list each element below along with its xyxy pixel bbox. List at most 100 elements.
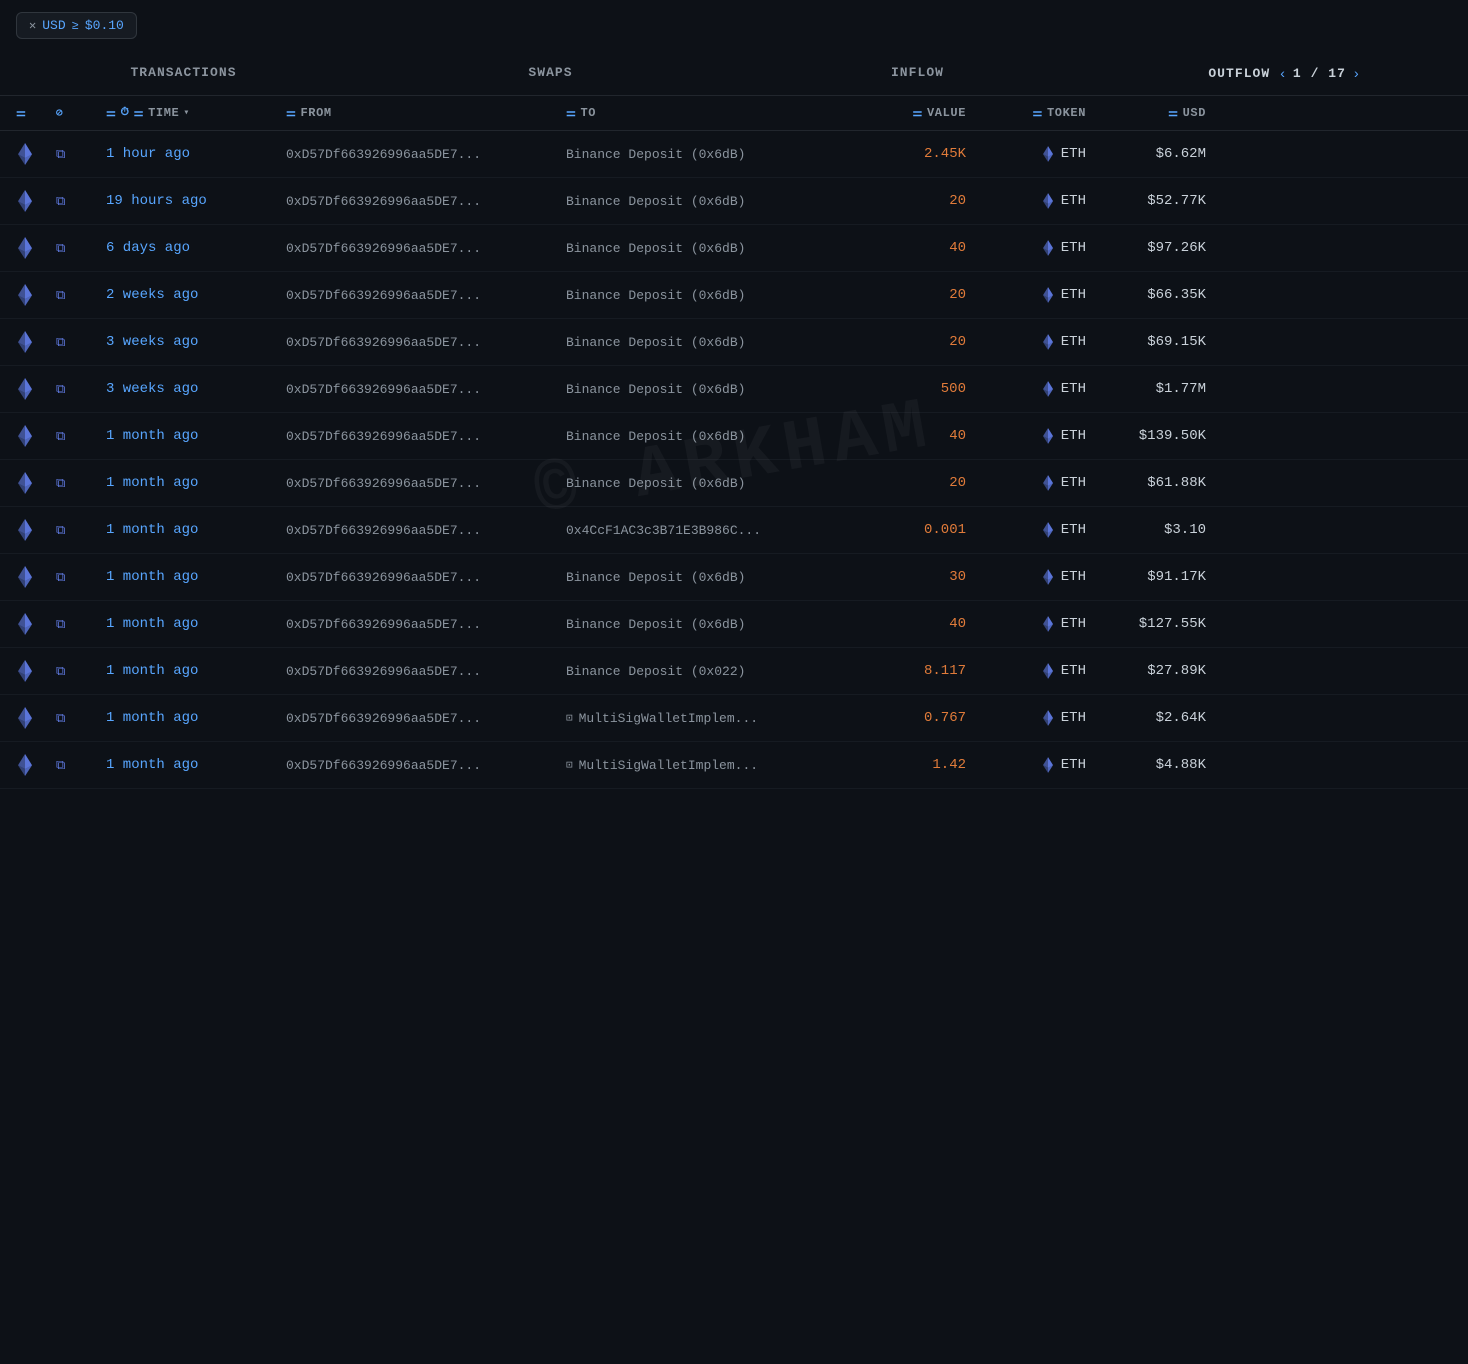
link-cell[interactable]: ⧉ [56,241,106,256]
link-cell[interactable]: ⧉ [56,429,106,444]
to-cell[interactable]: ⊡ MultiSigWalletImplem... [566,711,846,726]
time-link[interactable]: 1 month ago [106,710,198,726]
close-icon[interactable]: ✕ [29,18,36,33]
from-cell[interactable]: 0xD57Df663926996aa5DE7... [286,194,566,209]
tab-swaps[interactable]: SWAPS [367,51,734,95]
from-address-link[interactable]: 0xD57Df663926996aa5DE7... [286,429,481,444]
to-address-link[interactable]: Binance Deposit (0x6dB) [566,570,745,585]
time-cell[interactable]: 1 month ago [106,757,286,773]
table-row[interactable]: ⧉ 1 month ago 0xD57Df663926996aa5DE7... … [0,460,1468,507]
from-address-link[interactable]: 0xD57Df663926996aa5DE7... [286,476,481,491]
from-cell[interactable]: 0xD57Df663926996aa5DE7... [286,476,566,491]
time-cell[interactable]: 1 month ago [106,475,286,491]
from-cell[interactable]: 0xD57Df663926996aa5DE7... [286,523,566,538]
col-to-header[interactable]: ⚌ TO [566,106,846,120]
time-link[interactable]: 1 hour ago [106,146,190,162]
external-link-icon[interactable]: ⧉ [56,758,65,773]
time-link[interactable]: 1 month ago [106,522,198,538]
table-row[interactable]: ⧉ 3 weeks ago 0xD57Df663926996aa5DE7... … [0,319,1468,366]
col-token-header[interactable]: ⚌ TOKEN [966,106,1086,120]
table-row[interactable]: ⧉ 1 month ago 0xD57Df663926996aa5DE7... … [0,413,1468,460]
from-address-link[interactable]: 0xD57Df663926996aa5DE7... [286,758,481,773]
table-row[interactable]: ⧉ 2 weeks ago 0xD57Df663926996aa5DE7... … [0,272,1468,319]
from-cell[interactable]: 0xD57Df663926996aa5DE7... [286,711,566,726]
time-link[interactable]: 1 month ago [106,475,198,491]
from-cell[interactable]: 0xD57Df663926996aa5DE7... [286,147,566,162]
external-link-icon[interactable]: ⧉ [56,429,65,444]
link-cell[interactable]: ⧉ [56,382,106,397]
col-time-header[interactable]: ⚌ ⏱ ⚌ TIME ▾ [106,106,286,120]
time-link[interactable]: 1 month ago [106,428,198,444]
from-cell[interactable]: 0xD57Df663926996aa5DE7... [286,429,566,444]
col-from-header[interactable]: ⚌ FROM [286,106,566,120]
to-address-link[interactable]: Binance Deposit (0x6dB) [566,382,745,397]
to-cell[interactable]: Binance Deposit (0x6dB) [566,194,846,209]
table-row[interactable]: ⧉ 6 days ago 0xD57Df663926996aa5DE7... B… [0,225,1468,272]
to-address-link[interactable]: Binance Deposit (0x6dB) [566,476,745,491]
to-cell[interactable]: Binance Deposit (0x6dB) [566,617,846,632]
table-row[interactable]: ⧉ 1 month ago 0xD57Df663926996aa5DE7... … [0,554,1468,601]
time-cell[interactable]: 1 hour ago [106,146,286,162]
from-cell[interactable]: 0xD57Df663926996aa5DE7... [286,382,566,397]
tab-outflow[interactable]: OUTFLOW ‹ 1 / 17 › [1101,51,1468,95]
time-link[interactable]: 1 month ago [106,616,198,632]
from-cell[interactable]: 0xD57Df663926996aa5DE7... [286,664,566,679]
link-cell[interactable]: ⧉ [56,664,106,679]
link-cell[interactable]: ⧉ [56,758,106,773]
to-address-link[interactable]: MultiSigWalletImplem... [579,711,758,726]
link-cell[interactable]: ⧉ [56,288,106,303]
time-link[interactable]: 3 weeks ago [106,381,198,397]
from-cell[interactable]: 0xD57Df663926996aa5DE7... [286,288,566,303]
external-link-icon[interactable]: ⧉ [56,241,65,256]
from-address-link[interactable]: 0xD57Df663926996aa5DE7... [286,617,481,632]
link-cell[interactable]: ⧉ [56,570,106,585]
table-row[interactable]: ⧉ 1 month ago 0xD57Df663926996aa5DE7... … [0,648,1468,695]
time-cell[interactable]: 1 month ago [106,710,286,726]
to-address-link[interactable]: Binance Deposit (0x6dB) [566,241,745,256]
table-row[interactable]: ⧉ 1 hour ago 0xD57Df663926996aa5DE7... B… [0,131,1468,178]
time-link[interactable]: 2 weeks ago [106,287,198,303]
table-row[interactable]: ⧉ 1 month ago 0xD57Df663926996aa5DE7... … [0,601,1468,648]
external-link-icon[interactable]: ⧉ [56,570,65,585]
to-address-link[interactable]: 0x4CcF1AC3c3B71E3B986C... [566,523,761,538]
to-address-link[interactable]: Binance Deposit (0x6dB) [566,288,745,303]
from-address-link[interactable]: 0xD57Df663926996aa5DE7... [286,288,481,303]
link-cell[interactable]: ⧉ [56,194,106,209]
time-cell[interactable]: 2 weeks ago [106,287,286,303]
link-cell[interactable]: ⧉ [56,711,106,726]
external-link-icon[interactable]: ⧉ [56,147,65,162]
from-address-link[interactable]: 0xD57Df663926996aa5DE7... [286,711,481,726]
link-cell[interactable]: ⧉ [56,476,106,491]
to-cell[interactable]: Binance Deposit (0x6dB) [566,147,846,162]
from-address-link[interactable]: 0xD57Df663926996aa5DE7... [286,335,481,350]
to-cell[interactable]: Binance Deposit (0x6dB) [566,382,846,397]
from-cell[interactable]: 0xD57Df663926996aa5DE7... [286,241,566,256]
time-link[interactable]: 1 month ago [106,757,198,773]
to-address-link[interactable]: Binance Deposit (0x022) [566,664,745,679]
time-cell[interactable]: 3 weeks ago [106,381,286,397]
prev-page-button[interactable]: ‹ [1278,65,1287,81]
col-usd-header[interactable]: ⚌ USD [1086,106,1206,120]
to-address-link[interactable]: Binance Deposit (0x6dB) [566,335,745,350]
external-link-icon[interactable]: ⧉ [56,288,65,303]
to-address-link[interactable]: Binance Deposit (0x6dB) [566,429,745,444]
table-row[interactable]: ⧉ 3 weeks ago 0xD57Df663926996aa5DE7... … [0,366,1468,413]
from-address-link[interactable]: 0xD57Df663926996aa5DE7... [286,147,481,162]
from-address-link[interactable]: 0xD57Df663926996aa5DE7... [286,664,481,679]
from-cell[interactable]: 0xD57Df663926996aa5DE7... [286,570,566,585]
time-link[interactable]: 3 weeks ago [106,334,198,350]
external-link-icon[interactable]: ⧉ [56,382,65,397]
link-cell[interactable]: ⧉ [56,523,106,538]
external-link-icon[interactable]: ⧉ [56,476,65,491]
from-address-link[interactable]: 0xD57Df663926996aa5DE7... [286,194,481,209]
time-link[interactable]: 19 hours ago [106,193,207,209]
table-row[interactable]: ⧉ 1 month ago 0xD57Df663926996aa5DE7... … [0,507,1468,554]
filter-badge[interactable]: ✕ USD ≥ $0.10 [16,12,137,39]
time-cell[interactable]: 3 weeks ago [106,334,286,350]
table-row[interactable]: ⧉ 1 month ago 0xD57Df663926996aa5DE7... … [0,742,1468,789]
time-link[interactable]: 1 month ago [106,569,198,585]
next-page-button[interactable]: › [1352,65,1361,81]
to-cell[interactable]: 0x4CcF1AC3c3B71E3B986C... [566,523,846,538]
tab-transactions[interactable]: TRANSACTIONS [0,51,367,95]
external-link-icon[interactable]: ⧉ [56,194,65,209]
